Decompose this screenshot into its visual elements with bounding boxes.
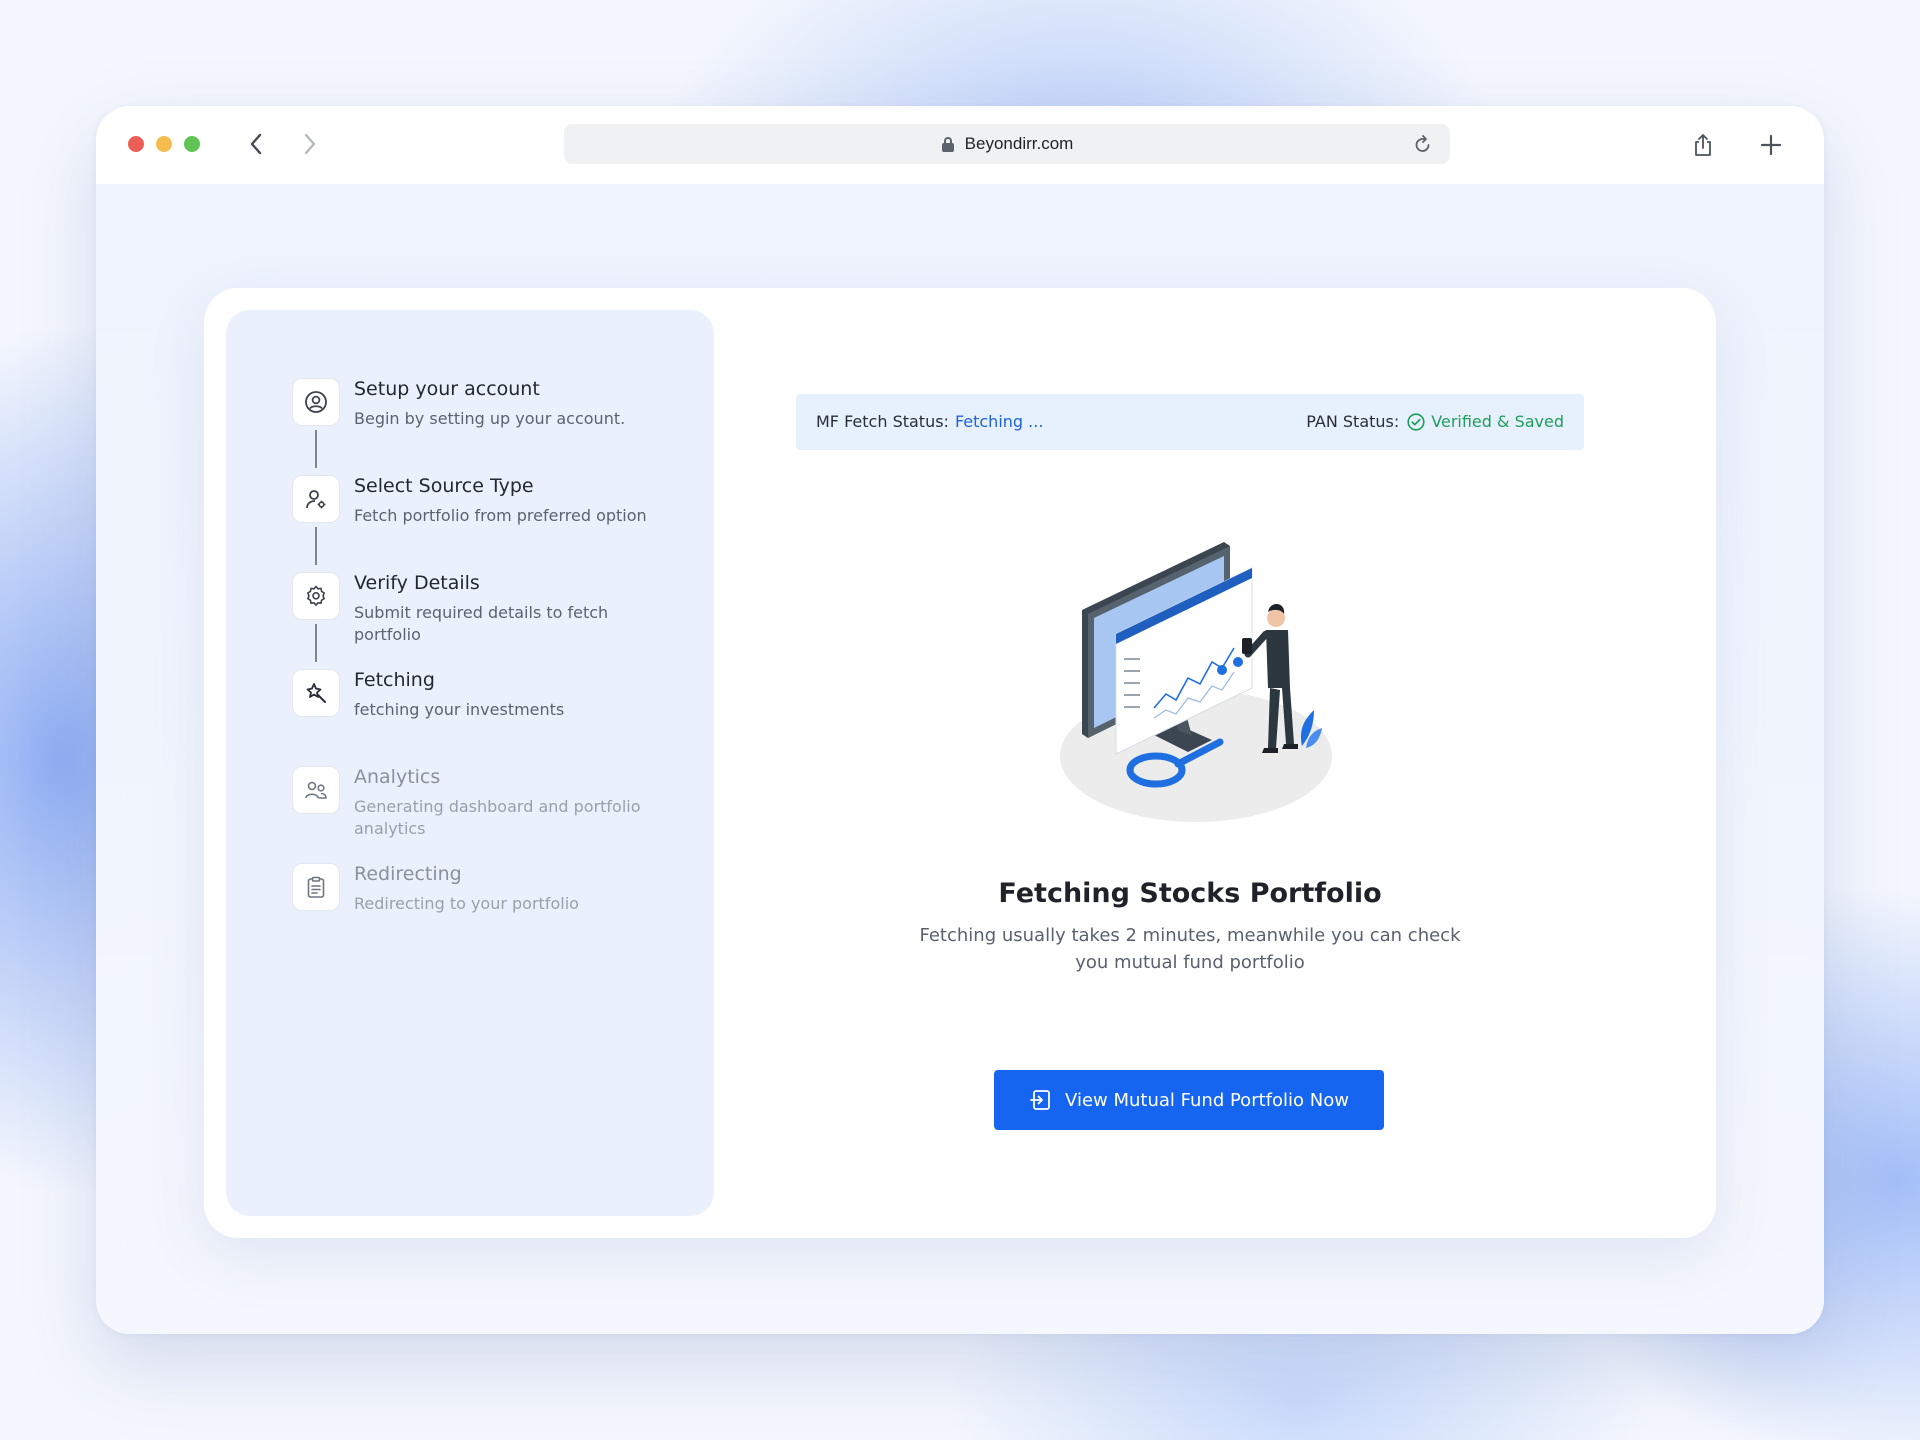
magic-wand-icon <box>292 669 340 717</box>
chevron-left-icon <box>250 133 262 155</box>
chevron-right-icon <box>304 133 316 155</box>
page-content: Setup your account Begin by setting up y… <box>96 184 1824 1334</box>
pan-status-label: PAN Status: <box>1306 412 1400 431</box>
step-description: Fetch portfolio from preferred option <box>354 506 647 525</box>
share-button[interactable] <box>1688 130 1718 160</box>
maximize-window-button[interactable] <box>184 136 200 152</box>
back-button[interactable] <box>242 130 270 158</box>
step-description: Submit required details to fetch portfol… <box>354 603 609 644</box>
lock-icon <box>941 136 955 153</box>
url-text: Beyondirr.com <box>964 134 1074 153</box>
step-connector <box>315 527 317 565</box>
step-title: Verify Details <box>354 572 480 594</box>
step-description: fetching your investments <box>354 700 565 719</box>
data-analysis-illustration <box>1044 538 1344 838</box>
step-connector <box>315 430 317 468</box>
pan-status: PAN Status: Verified & Saved <box>1306 412 1564 431</box>
progress-sidebar: Setup your account Begin by setting up y… <box>226 310 714 1216</box>
user-settings-icon <box>292 475 340 523</box>
page-subtitle: Fetching usually takes 2 minutes, meanwh… <box>919 925 1461 973</box>
step-title: Fetching <box>354 669 435 691</box>
step-connector <box>315 624 317 662</box>
mf-status-value: Fetching ... <box>954 412 1044 431</box>
plus-icon <box>1760 134 1782 156</box>
step-title: Redirecting <box>354 863 462 885</box>
check-circle-icon <box>1407 412 1425 431</box>
step-fetching: Fetching fetching your investments <box>292 669 692 739</box>
step-title: Select Source Type <box>354 475 534 497</box>
status-bar: MF Fetch Status: Fetching ... PAN Status:… <box>796 394 1584 450</box>
page-title: Fetching Stocks Portfolio <box>998 878 1382 909</box>
step-description: Begin by setting up your account. <box>354 409 626 428</box>
forward-button[interactable] <box>296 130 324 158</box>
users-icon <box>292 766 340 814</box>
minimize-window-button[interactable] <box>156 136 172 152</box>
pan-status-value: Verified & Saved <box>1431 412 1564 431</box>
step-setup-account: Setup your account Begin by setting up y… <box>292 378 692 448</box>
close-window-button[interactable] <box>128 136 144 152</box>
browser-window: Beyondirr.com Setup your account Begin b… <box>96 106 1824 1334</box>
mf-status-label: MF Fetch Status: <box>816 412 949 431</box>
step-redirecting: Redirecting Redirecting to your portfoli… <box>292 863 692 933</box>
browser-toolbar: Beyondirr.com <box>96 106 1824 184</box>
step-verify-details: Verify Details Submit required details t… <box>292 572 692 644</box>
onboarding-card: Setup your account Begin by setting up y… <box>204 288 1716 1238</box>
step-title: Setup your account <box>354 378 540 400</box>
step-description: Generating dashboard and portfolio analy… <box>354 797 641 838</box>
reload-icon[interactable] <box>1414 134 1432 158</box>
new-tab-button[interactable] <box>1756 130 1786 160</box>
step-title: Analytics <box>354 766 441 788</box>
mf-fetch-status: MF Fetch Status: Fetching ... <box>816 412 1043 431</box>
address-bar[interactable]: Beyondirr.com <box>564 124 1450 164</box>
cta-label: View Mutual Fund Portfolio Now <box>1065 1089 1349 1111</box>
enter-icon <box>1029 1089 1051 1111</box>
clipboard-icon <box>292 863 340 911</box>
gear-icon <box>292 572 340 620</box>
view-mutual-fund-portfolio-button[interactable]: View Mutual Fund Portfolio Now <box>994 1070 1384 1130</box>
step-description: Redirecting to your portfolio <box>354 894 579 913</box>
user-circle-icon <box>292 378 340 426</box>
share-icon <box>1695 134 1711 156</box>
step-analytics: Analytics Generating dashboard and portf… <box>292 766 692 838</box>
step-select-source: Select Source Type Fetch portfolio from … <box>292 475 692 545</box>
